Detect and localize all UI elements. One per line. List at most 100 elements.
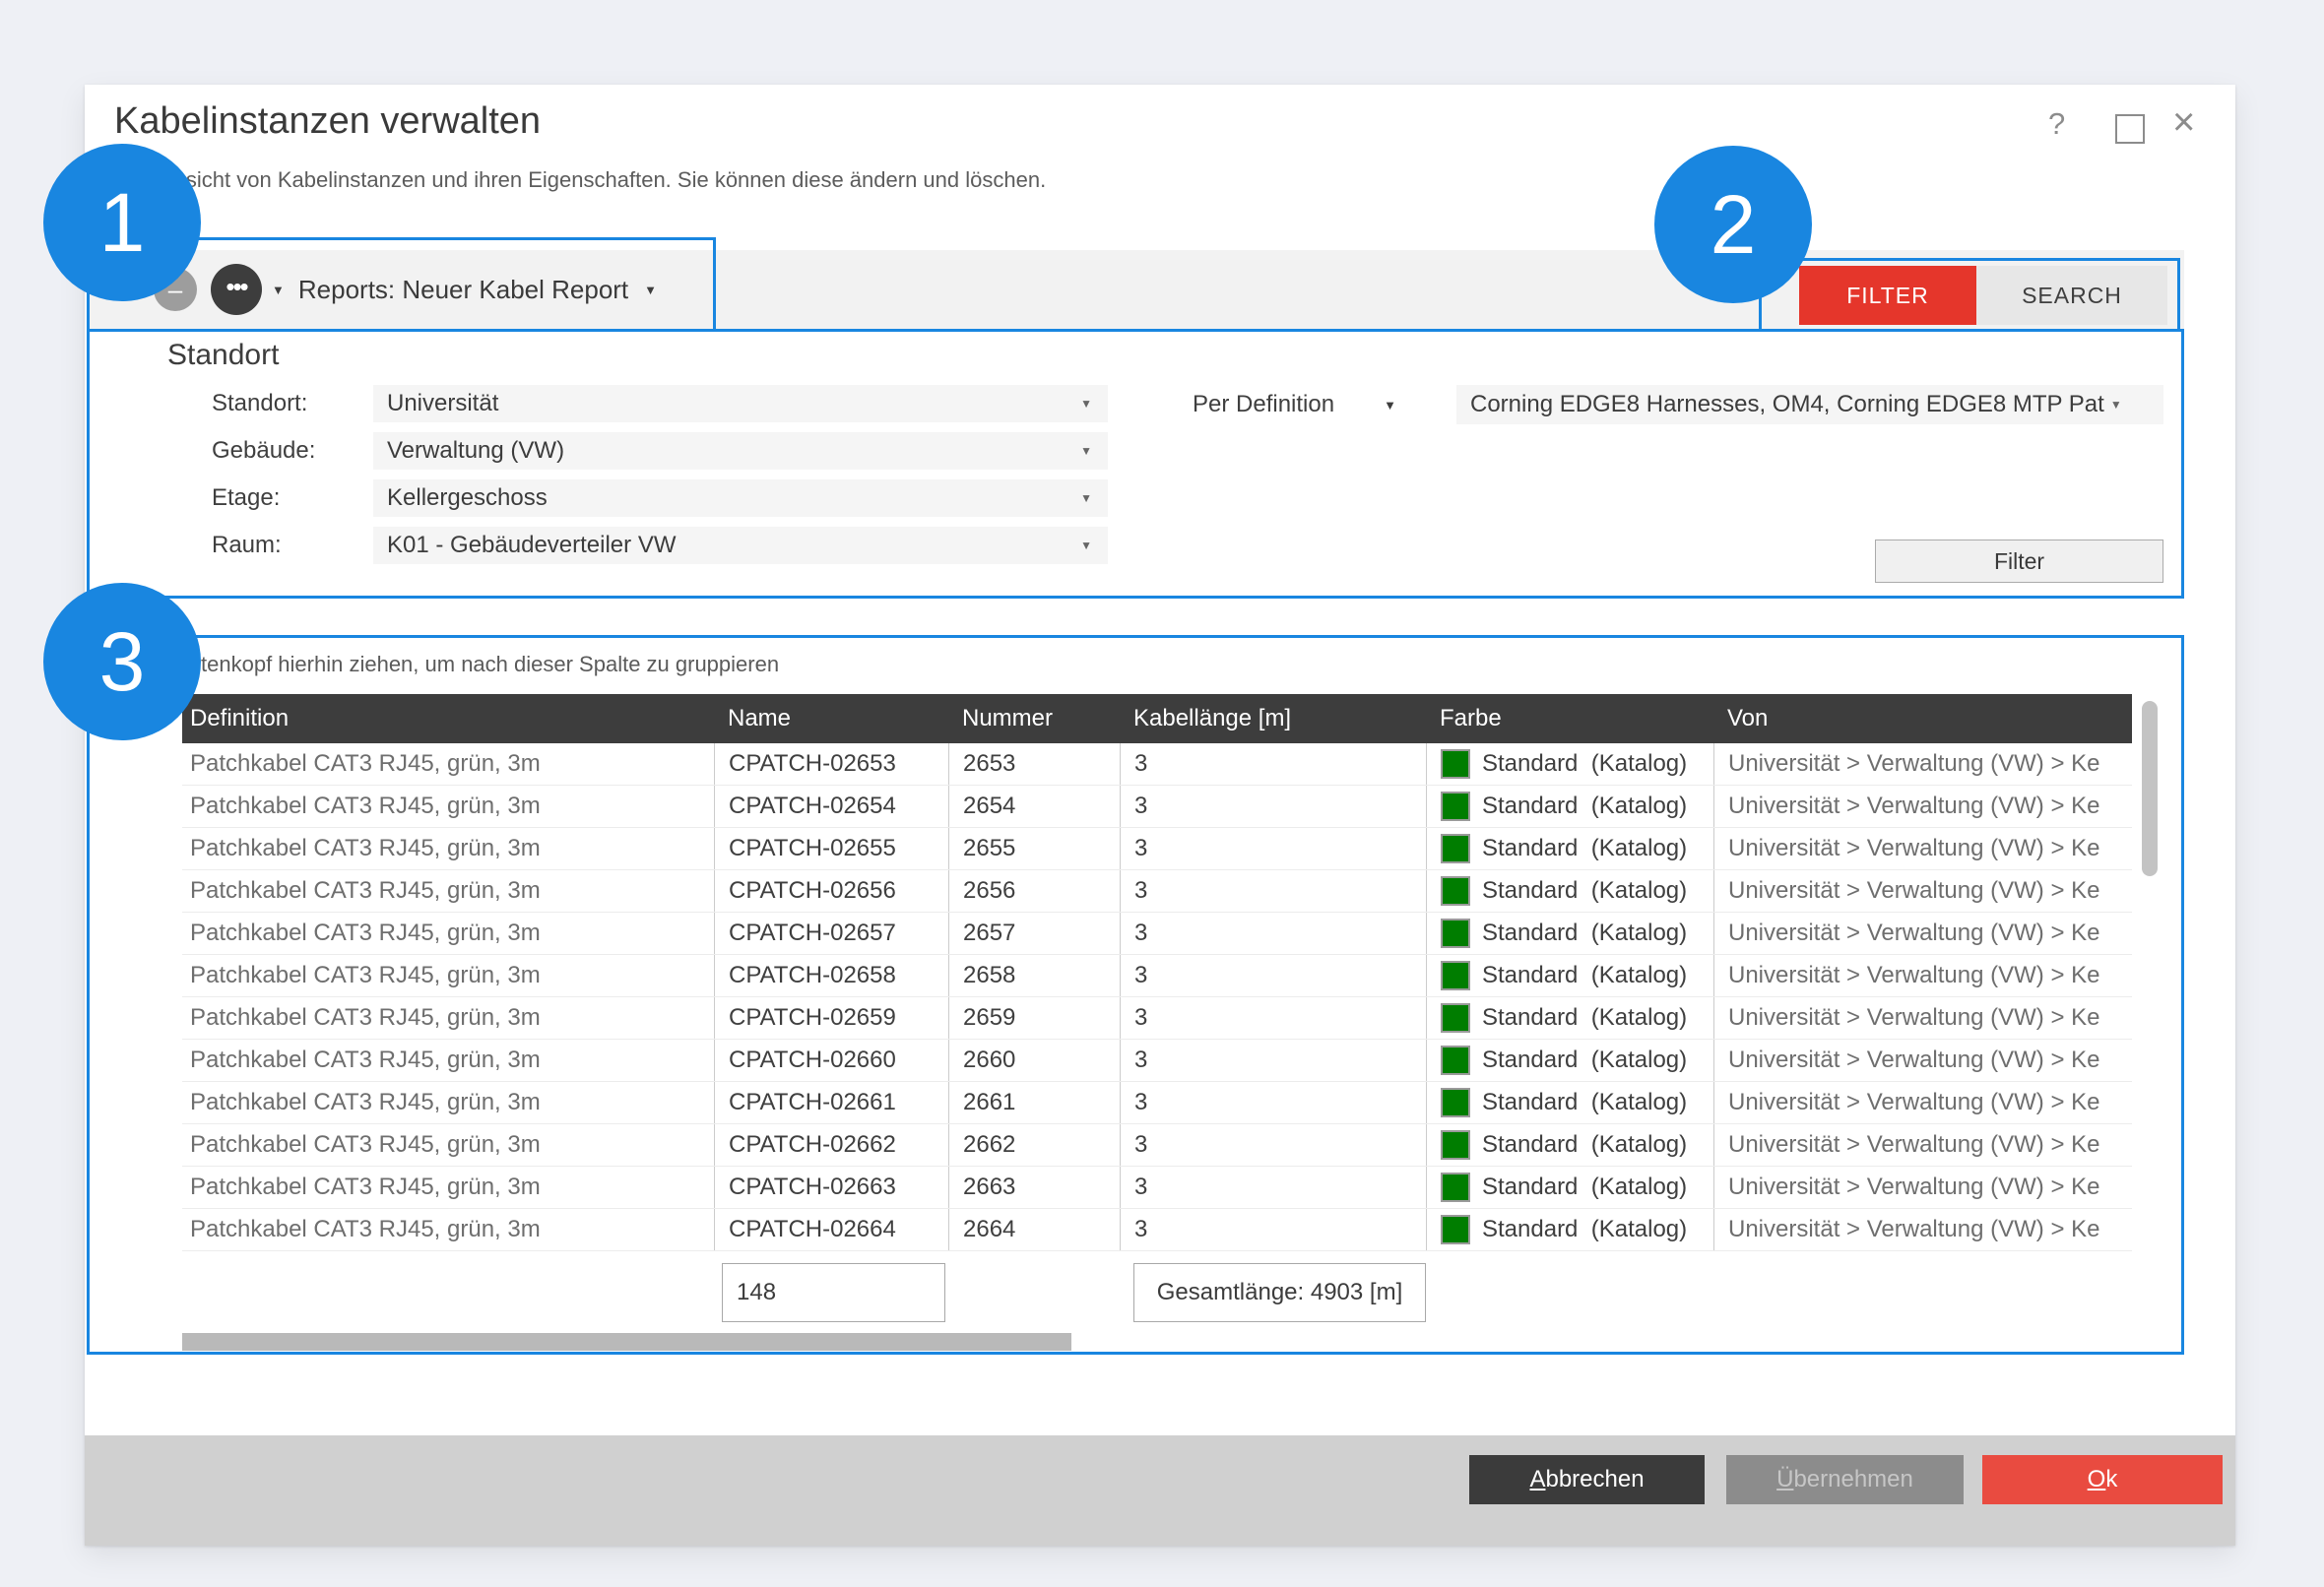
group-by-hint: Spaltenkopf hierhin ziehen, um nach dies…	[158, 652, 779, 677]
cell-kabellaenge: 3	[1120, 786, 1426, 827]
cell-definition: Patchkabel CAT3 RJ45, grün, 3m	[182, 870, 714, 912]
column-header-definition[interactable]: Definition	[182, 705, 714, 732]
tab-filter[interactable]: FILTER	[1799, 266, 1976, 325]
cancel-button[interactable]: Abbrechen	[1469, 1455, 1705, 1504]
page-subtitle: Ansicht von Kabelinstanzen und ihren Eig…	[160, 167, 1046, 193]
cell-nummer: 2662	[948, 1124, 1120, 1166]
apply-button: Übernehmen	[1726, 1455, 1964, 1504]
cell-von: Universität > Verwaltung (VW) > Ke	[1713, 1209, 2132, 1250]
cell-kabellaenge: 3	[1120, 743, 1426, 785]
cell-definition: Patchkabel CAT3 RJ45, grün, 3m	[182, 1209, 714, 1250]
tab-search[interactable]: SEARCH	[1976, 266, 2167, 325]
cell-name: CPATCH-02656	[714, 870, 948, 912]
cell-von: Universität > Verwaltung (VW) > Ke	[1713, 997, 2132, 1039]
vertical-scrollbar[interactable]	[2142, 701, 2158, 876]
chevron-down-icon: ▼	[272, 283, 285, 297]
table-row[interactable]: Patchkabel CAT3 RJ45, grün, 3mCPATCH-026…	[182, 955, 2132, 997]
cancel-button-label: Abbrechen	[1529, 1466, 1644, 1493]
annotation-badge-2: 2	[1654, 146, 1812, 303]
farbe-label: Standard (Katalog)	[1482, 1174, 1687, 1201]
column-header-name[interactable]: Name	[714, 705, 948, 732]
farbe-label: Standard (Katalog)	[1482, 1089, 1687, 1116]
color-swatch-icon	[1441, 792, 1470, 821]
chevron-down-icon: ▼	[1080, 539, 1092, 552]
cell-nummer: 2659	[948, 997, 1120, 1039]
cell-von: Universität > Verwaltung (VW) > Ke	[1713, 955, 2132, 996]
table-row[interactable]: Patchkabel CAT3 RJ45, grün, 3mCPATCH-026…	[182, 1167, 2132, 1209]
cell-farbe: Standard (Katalog)	[1426, 870, 1713, 912]
chevron-down-icon: ▼	[1080, 491, 1092, 505]
cell-nummer: 2658	[948, 955, 1120, 996]
ok-button[interactable]: Ok	[1982, 1455, 2223, 1504]
close-icon[interactable]: ×	[2172, 100, 2195, 145]
etage-label: Etage:	[212, 479, 369, 517]
raum-select[interactable]: K01 - Gebäudeverteiler VW ▼	[373, 527, 1108, 564]
cell-von: Universität > Verwaltung (VW) > Ke	[1713, 1167, 2132, 1208]
etage-select[interactable]: Kellergeschoss ▼	[373, 479, 1108, 517]
cell-von: Universität > Verwaltung (VW) > Ke	[1713, 828, 2132, 869]
cell-kabellaenge: 3	[1120, 955, 1426, 996]
cell-kabellaenge: 3	[1120, 997, 1426, 1039]
cell-von: Universität > Verwaltung (VW) > Ke	[1713, 870, 2132, 912]
help-icon[interactable]: ?	[2048, 106, 2065, 142]
gebaeude-select[interactable]: Verwaltung (VW) ▼	[373, 432, 1108, 470]
cell-definition: Patchkabel CAT3 RJ45, grün, 3m	[182, 997, 714, 1039]
standort-heading: Standort	[167, 339, 279, 372]
reports-dropdown-label: Reports: Neuer Kabel Report	[298, 275, 628, 305]
table-row[interactable]: Patchkabel CAT3 RJ45, grün, 3mCPATCH-026…	[182, 913, 2132, 955]
table-row[interactable]: Patchkabel CAT3 RJ45, grün, 3mCPATCH-026…	[182, 1082, 2132, 1124]
table-row[interactable]: Patchkabel CAT3 RJ45, grün, 3mCPATCH-026…	[182, 743, 2132, 786]
total-length-box: Gesamtlänge: 4903 [m]	[1133, 1263, 1426, 1322]
table-row[interactable]: Patchkabel CAT3 RJ45, grün, 3mCPATCH-026…	[182, 997, 2132, 1040]
color-swatch-icon	[1441, 1088, 1470, 1117]
color-swatch-icon	[1441, 1215, 1470, 1244]
maximize-icon[interactable]	[2115, 114, 2145, 144]
farbe-label: Standard (Katalog)	[1482, 1216, 1687, 1243]
annotation-badge-1: 1	[43, 144, 201, 301]
cell-name: CPATCH-02653	[714, 743, 948, 785]
ellipsis-icon: •••	[226, 272, 246, 302]
cell-name: CPATCH-02661	[714, 1082, 948, 1123]
chevron-down-icon: ▼	[1384, 398, 1396, 413]
table-row[interactable]: Patchkabel CAT3 RJ45, grün, 3mCPATCH-026…	[182, 1209, 2132, 1251]
annotation-badge-3: 3	[43, 583, 201, 740]
table-row[interactable]: Patchkabel CAT3 RJ45, grün, 3mCPATCH-026…	[182, 786, 2132, 828]
farbe-label: Standard (Katalog)	[1482, 1047, 1687, 1074]
column-header-von[interactable]: Von	[1713, 705, 2132, 732]
table-row[interactable]: Patchkabel CAT3 RJ45, grün, 3mCPATCH-026…	[182, 1124, 2132, 1167]
table-header-row[interactable]: DefinitionNameNummerKabellänge [m]FarbeV…	[182, 694, 2132, 743]
cell-name: CPATCH-02662	[714, 1124, 948, 1166]
farbe-label: Standard (Katalog)	[1482, 962, 1687, 989]
column-header-nummer[interactable]: Nummer	[948, 705, 1120, 732]
cell-farbe: Standard (Katalog)	[1426, 997, 1713, 1039]
table-row[interactable]: Patchkabel CAT3 RJ45, grün, 3mCPATCH-026…	[182, 870, 2132, 913]
cell-kabellaenge: 3	[1120, 1040, 1426, 1081]
farbe-label: Standard (Katalog)	[1482, 920, 1687, 947]
column-header-kabell-nge-m-[interactable]: Kabellänge [m]	[1120, 705, 1426, 732]
reports-dropdown[interactable]: Reports: Neuer Kabel Report ▼	[298, 275, 657, 305]
more-actions-button[interactable]: •••	[211, 264, 262, 315]
cell-nummer: 2663	[948, 1167, 1120, 1208]
ok-button-label: Ok	[2088, 1466, 2118, 1493]
filter-button[interactable]: Filter	[1875, 540, 2163, 583]
cell-von: Universität > Verwaltung (VW) > Ke	[1713, 1124, 2132, 1166]
table-row[interactable]: Patchkabel CAT3 RJ45, grün, 3mCPATCH-026…	[182, 1040, 2132, 1082]
cell-nummer: 2654	[948, 786, 1120, 827]
cell-nummer: 2653	[948, 743, 1120, 785]
cell-farbe: Standard (Katalog)	[1426, 786, 1713, 827]
cell-farbe: Standard (Katalog)	[1426, 913, 1713, 954]
gebaeude-label: Gebäude:	[212, 432, 369, 470]
cell-kabellaenge: 3	[1120, 913, 1426, 954]
cell-definition: Patchkabel CAT3 RJ45, grün, 3m	[182, 1082, 714, 1123]
definition-select[interactable]: Corning EDGE8 Harnesses, OM4, Corning ED…	[1456, 385, 2163, 424]
cell-farbe: Standard (Katalog)	[1426, 1040, 1713, 1081]
table-row[interactable]: Patchkabel CAT3 RJ45, grün, 3mCPATCH-026…	[182, 828, 2132, 870]
column-header-farbe[interactable]: Farbe	[1426, 705, 1713, 732]
cell-definition: Patchkabel CAT3 RJ45, grün, 3m	[182, 955, 714, 996]
cell-definition: Patchkabel CAT3 RJ45, grün, 3m	[182, 1124, 714, 1166]
raum-label: Raum:	[212, 527, 369, 564]
standort-select[interactable]: Universität ▼	[373, 385, 1108, 422]
horizontal-scrollbar[interactable]	[182, 1333, 1071, 1351]
cell-kabellaenge: 3	[1120, 1167, 1426, 1208]
per-definition-dropdown[interactable]: Per Definition ▼	[1193, 385, 1396, 424]
